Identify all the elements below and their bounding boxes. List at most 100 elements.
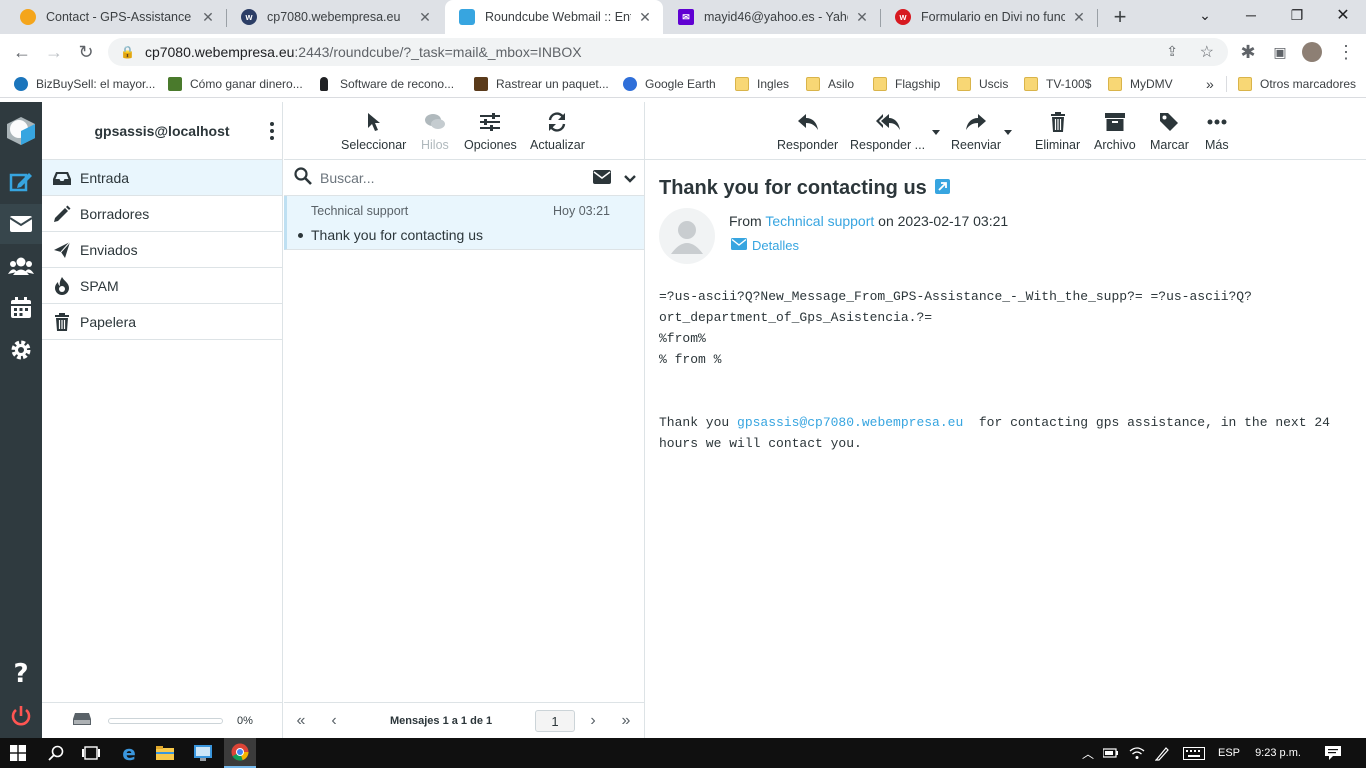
chrome-taskbar-icon[interactable]	[224, 738, 256, 768]
folder-drafts[interactable]: Borradores	[42, 196, 282, 232]
bookmark-ups[interactable]: Rastrear un paquet...	[474, 74, 609, 94]
logout-power-icon[interactable]	[0, 696, 42, 736]
chrome-menu-icon[interactable]: ⋮	[1332, 38, 1360, 66]
restore-icon[interactable]: ❐	[1274, 0, 1320, 30]
share-icon[interactable]: ⇪	[1166, 43, 1178, 60]
extensions-puzzle-icon[interactable]: ✱	[1234, 38, 1262, 66]
taskbar-clock[interactable]: 9:23 p.m.	[1248, 738, 1308, 768]
envelope-filter-icon[interactable]	[593, 170, 611, 187]
account-name: gpsassis@localhost	[94, 122, 230, 139]
calendar-icon[interactable]	[0, 288, 42, 328]
folder-options-kebab-icon[interactable]	[270, 122, 274, 140]
select-button[interactable]: Seleccionar	[341, 110, 406, 152]
bookmark-software[interactable]: Software de recono...	[320, 74, 454, 94]
bookmark-label: Rastrear un paquet...	[496, 77, 609, 91]
browser-tab-divi[interactable]: w Formulario en Divi no funcion ✕	[881, 0, 1097, 34]
search-icon[interactable]	[40, 738, 72, 768]
archive-box-icon	[1104, 110, 1125, 134]
folder-trash[interactable]: Papelera	[42, 304, 282, 340]
first-page-icon[interactable]: «	[291, 712, 311, 730]
bookmark-folder-uscis[interactable]: Uscis	[957, 74, 1008, 94]
folder-label: Entrada	[80, 169, 130, 186]
close-icon[interactable]: ✕	[854, 9, 870, 26]
reply-all-button[interactable]: Responder ...	[850, 110, 925, 152]
input-language[interactable]: ESP	[1212, 738, 1246, 768]
page-number-input[interactable]: 1	[535, 710, 575, 732]
sender-link[interactable]: Technical support	[765, 213, 874, 229]
tray-expand-chevron-icon[interactable]: ︿	[1078, 738, 1098, 768]
control-panel-icon[interactable]	[188, 738, 218, 768]
bookmark-folder-mydmv[interactable]: MyDMV	[1108, 74, 1173, 94]
mark-button[interactable]: Marcar	[1150, 110, 1189, 152]
bookmark-folder-otros[interactable]: Otros marcadores	[1238, 74, 1356, 94]
archive-button[interactable]: Archivo	[1094, 110, 1136, 152]
browser-tab-roundcube[interactable]: Roundcube Webmail :: Entrad ✕	[445, 0, 663, 34]
close-icon[interactable]: ✕	[200, 9, 216, 26]
threads-button[interactable]: Hilos	[421, 110, 449, 152]
close-icon[interactable]: ✕	[417, 9, 433, 26]
reply-button[interactable]: Responder	[777, 110, 838, 152]
folder-inbox[interactable]: Entrada	[42, 160, 282, 196]
refresh-button[interactable]: Actualizar	[530, 110, 585, 152]
folder-spam[interactable]: SPAM	[42, 268, 282, 304]
options-button[interactable]: Opciones	[464, 110, 517, 152]
details-toggle[interactable]: Detalles	[731, 238, 799, 253]
search-options-chevron-down-icon[interactable]	[624, 172, 636, 187]
bookmark-star-icon[interactable]: ☆	[1200, 42, 1214, 62]
bookmarks-overflow-button[interactable]: »	[1206, 74, 1214, 94]
bookmark-label: Flagship	[895, 77, 941, 91]
wifi-icon[interactable]	[1126, 738, 1148, 768]
settings-gear-icon[interactable]	[0, 330, 42, 370]
mail-icon[interactable]	[0, 204, 42, 244]
message-row[interactable]: Technical support Hoy 03:21 Thank you fo…	[284, 196, 644, 250]
forward-arrow-icon[interactable]: →	[40, 38, 68, 66]
windows-start-icon[interactable]	[0, 738, 36, 768]
file-explorer-icon[interactable]	[150, 738, 180, 768]
more-button[interactable]: Más	[1205, 110, 1229, 152]
bookmark-folder-tv100[interactable]: TV-100$	[1024, 74, 1091, 94]
notifications-icon[interactable]	[1316, 738, 1350, 768]
pen-workspace-icon[interactable]	[1152, 738, 1174, 768]
tag-icon	[1159, 110, 1179, 134]
bookmark-folder-flagship[interactable]: Flagship	[873, 74, 940, 94]
bookmark-folder-asilo[interactable]: Asilo	[806, 74, 854, 94]
bookmark-ganar-dinero[interactable]: Cómo ganar dinero...	[168, 74, 303, 94]
contacts-icon[interactable]	[0, 246, 42, 286]
bookmark-google-earth[interactable]: Google Earth	[623, 74, 716, 94]
open-external-icon[interactable]	[934, 177, 950, 200]
task-view-icon[interactable]	[76, 738, 106, 768]
forward-caret-icon[interactable]	[1004, 130, 1012, 135]
touch-keyboard-icon[interactable]	[1180, 738, 1208, 768]
previous-page-icon[interactable]: ‹	[324, 712, 344, 730]
next-page-icon[interactable]: ›	[583, 712, 603, 730]
browser-tab-contact[interactable]: Contact - GPS-Assistance ✕	[6, 0, 226, 34]
power-battery-icon[interactable]	[1100, 738, 1122, 768]
bookmark-folder-ingles[interactable]: Ingles	[735, 74, 789, 94]
reload-icon[interactable]: ↻	[72, 38, 100, 66]
edge-browser-icon[interactable]: e	[114, 738, 144, 768]
browser-tab-yahoo[interactable]: ✉ mayid46@yahoo.es - Yahoo M ✕	[664, 0, 880, 34]
browser-tab-cpanel[interactable]: w cp7080.webempresa.eu ✕	[227, 0, 443, 34]
close-icon[interactable]: ✕	[1071, 9, 1087, 26]
close-icon[interactable]: ✕	[637, 9, 653, 26]
window-close-icon[interactable]: ✕	[1320, 0, 1366, 30]
bookmark-bizbuysell[interactable]: BizBuySell: el mayor...	[14, 74, 155, 94]
help-icon[interactable]: ?	[0, 654, 42, 694]
search-input[interactable]	[320, 169, 580, 186]
roundcube-logo-icon[interactable]	[0, 108, 42, 154]
delete-button[interactable]: Eliminar	[1035, 110, 1080, 152]
address-bar[interactable]: 🔒 cp7080.webempresa.eu:2443/roundcube/?_…	[108, 38, 1228, 66]
profile-avatar[interactable]	[1302, 42, 1322, 62]
last-page-icon[interactable]: »	[616, 712, 636, 730]
folder-sent[interactable]: Enviados	[42, 232, 282, 268]
new-tab-button[interactable]: +	[1108, 4, 1132, 30]
forward-button[interactable]: Reenviar	[951, 110, 1001, 152]
inbox-icon	[52, 168, 72, 188]
tab-search-chevron-icon[interactable]: ⌄	[1182, 0, 1228, 30]
back-arrow-icon[interactable]: ←	[8, 38, 36, 66]
reply-all-caret-icon[interactable]	[932, 130, 940, 135]
minimize-icon[interactable]: ─	[1228, 0, 1274, 30]
compose-icon[interactable]	[0, 162, 42, 202]
email-link[interactable]: gpsassis@cp7080.webempresa.eu	[737, 415, 963, 430]
side-panel-icon[interactable]: ▣	[1266, 38, 1294, 66]
